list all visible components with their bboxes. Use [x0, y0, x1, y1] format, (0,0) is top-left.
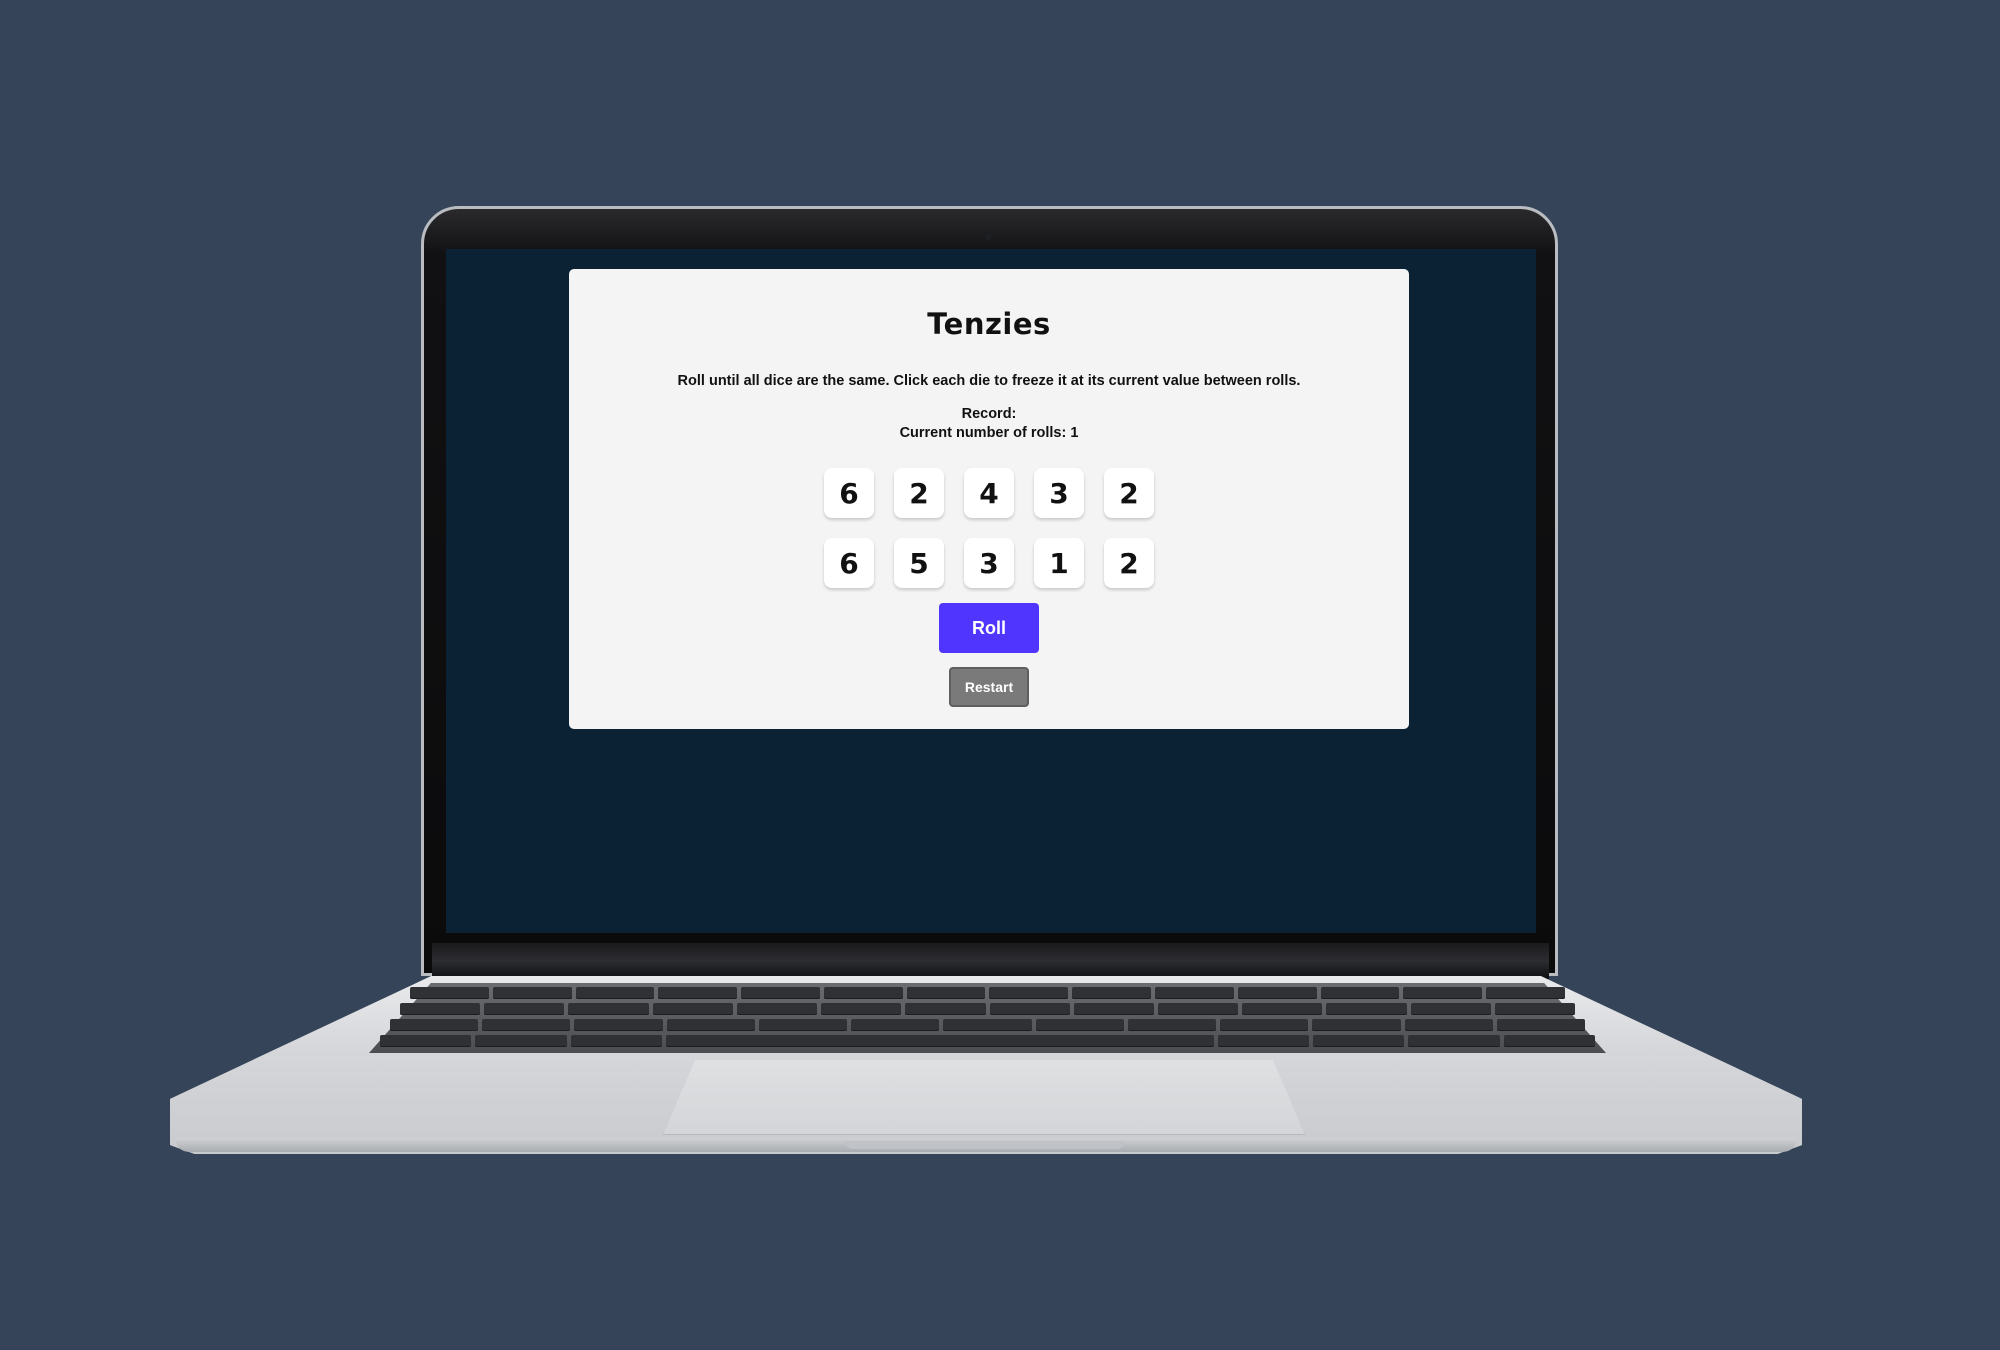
instructions-text: Roll until all dice are the same. Click … [677, 373, 1301, 389]
record-text: Record: [961, 406, 1017, 422]
die[interactable]: 3 [964, 538, 1014, 588]
die[interactable]: 2 [894, 468, 944, 518]
die[interactable]: 2 [1104, 538, 1154, 588]
keyboard-row [400, 1003, 1576, 1015]
die[interactable]: 4 [964, 468, 1014, 518]
roll-button[interactable]: Roll [939, 603, 1039, 653]
tenzies-card: Tenzies Roll until all dice are the same… [569, 269, 1409, 729]
die[interactable]: 1 [1034, 538, 1084, 588]
webcam [985, 233, 992, 240]
laptop-mockup: Tenzies Roll until all dice are the same… [0, 0, 2000, 1350]
trackpad [663, 1060, 1305, 1135]
die[interactable]: 6 [824, 538, 874, 588]
keyboard-row [410, 987, 1565, 999]
laptop-screen: Tenzies Roll until all dice are the same… [446, 249, 1536, 933]
die[interactable]: 3 [1034, 468, 1084, 518]
die[interactable]: 5 [894, 538, 944, 588]
roll-count-text: Current number of rolls: 1 [899, 425, 1079, 441]
restart-button[interactable]: Restart [949, 667, 1029, 707]
laptop-notch [845, 1141, 1125, 1149]
keyboard-row [390, 1019, 1586, 1031]
die[interactable]: 2 [1104, 468, 1154, 518]
keyboard-row [380, 1035, 1596, 1047]
die[interactable]: 6 [824, 468, 874, 518]
page-title: Tenzies [927, 307, 1051, 341]
dice-grid: 6 2 4 3 2 6 5 3 1 2 [824, 468, 1156, 588]
laptop-hinge [432, 943, 1549, 979]
